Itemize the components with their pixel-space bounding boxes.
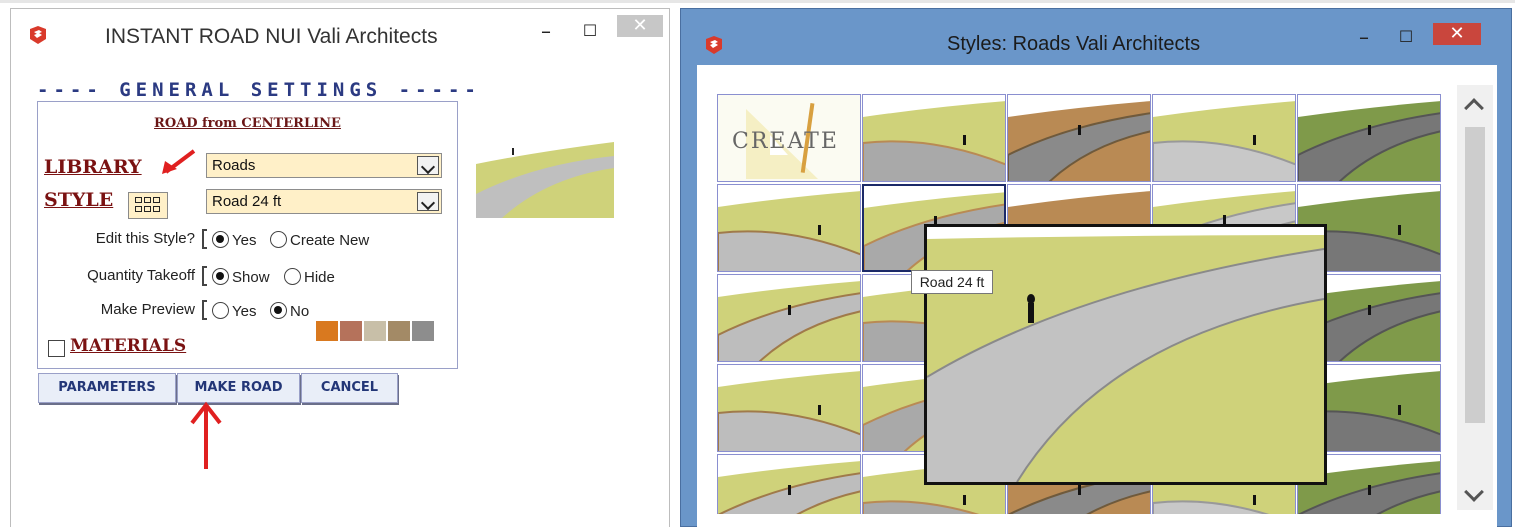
style-hover-preview [924, 224, 1327, 485]
cancel-button[interactable]: CANCEL [301, 373, 398, 403]
style-thumbnail[interactable] [717, 274, 861, 362]
style-select[interactable]: Road 24 ft [206, 189, 442, 214]
style-preview-thumbnail [476, 134, 614, 218]
create-style-tile[interactable]: CREATE [717, 94, 861, 182]
style-label[interactable]: STYLE [44, 189, 113, 211]
style-thumbnail[interactable] [717, 364, 861, 452]
road-thumbnail-graphic [718, 185, 860, 271]
material-swatch-2[interactable] [340, 321, 362, 341]
red-arrow-annotation [162, 149, 196, 174]
make-road-button[interactable]: MAKE ROAD [177, 373, 300, 403]
road-thumbnail-graphic [718, 365, 860, 451]
qty-show-radio[interactable] [212, 268, 229, 285]
sketchup-icon [706, 36, 722, 54]
road-thumbnail-graphic [1298, 95, 1440, 181]
style-thumbnail[interactable] [1152, 94, 1296, 182]
edit-create-new-label: Create New [290, 232, 370, 249]
qty-hide-label: Hide [304, 269, 335, 286]
make-preview-label: Make Preview [100, 301, 195, 318]
style-thumbnail[interactable] [717, 454, 861, 514]
close-button[interactable]: ✕ [617, 15, 663, 37]
material-swatch-1[interactable] [316, 321, 338, 341]
edit-yes-radio[interactable] [212, 231, 229, 248]
create-label: CREATE [732, 129, 839, 154]
road-thumbnail-graphic [1008, 95, 1150, 181]
edit-yes-label: Yes [232, 232, 257, 249]
style-gallery-grid-icon[interactable] [128, 192, 168, 219]
minimize-button[interactable]: – [1351, 27, 1377, 47]
window-title: INSTANT ROAD NUI Vali Architects [105, 25, 438, 48]
chevron-down-icon[interactable] [417, 156, 439, 175]
quantity-takeoff-label: Quantity Takeoff [87, 267, 195, 284]
material-swatch-4[interactable] [388, 321, 410, 341]
parameters-button[interactable]: PARAMETERS [38, 373, 176, 403]
style-select-value: Road 24 ft [212, 193, 282, 210]
instant-road-window: INSTANT ROAD NUI Vali Architects – ☐ ✕ -… [10, 8, 670, 527]
red-up-arrow-annotation [190, 401, 222, 469]
close-button[interactable]: ✕ [1433, 23, 1481, 45]
preview-yes-label: Yes [232, 303, 257, 320]
material-swatch-5[interactable] [412, 321, 434, 341]
title-bar[interactable]: INSTANT ROAD NUI Vali Architects – ☐ ✕ [11, 9, 669, 63]
library-select-value: Roads [212, 157, 256, 174]
road-from-centerline-link[interactable]: ROAD from CENTERLINE [38, 116, 457, 131]
style-tooltip: Road 24 ft [911, 270, 993, 294]
window-title: Styles: Roads Vali Architects [947, 33, 1201, 55]
maximize-button[interactable]: ☐ [577, 21, 603, 41]
scroll-up-icon[interactable] [1464, 98, 1484, 118]
material-swatch-3[interactable] [364, 321, 386, 341]
road-thumbnail-graphic [1153, 95, 1295, 181]
bracket-divider [202, 229, 207, 249]
library-select[interactable]: Roads [206, 153, 442, 178]
qty-hide-radio[interactable] [284, 268, 301, 285]
bracket-divider [202, 266, 207, 286]
minimize-button[interactable]: – [533, 21, 559, 41]
road-thumbnail-graphic [718, 275, 860, 361]
preview-yes-radio[interactable] [212, 302, 229, 319]
chevron-down-icon[interactable] [417, 192, 439, 211]
style-thumbnail[interactable] [717, 184, 861, 272]
edit-style-label: Edit this Style? [95, 230, 195, 247]
road-preview-image [927, 227, 1324, 482]
maximize-button[interactable]: ☐ [1393, 27, 1419, 47]
style-thumbnail[interactable] [862, 94, 1006, 182]
style-thumbnail[interactable] [1007, 94, 1151, 182]
scrollbar-thumb[interactable] [1465, 127, 1485, 423]
library-label[interactable]: LIBRARY [44, 156, 142, 178]
materials-checkbox[interactable] [48, 340, 65, 357]
edit-create-new-radio[interactable] [270, 231, 287, 248]
top-edge [0, 0, 1515, 3]
sketchup-icon [30, 26, 46, 44]
materials-label[interactable]: MATERIALS [70, 336, 186, 356]
general-settings-heading: ---- GENERAL SETTINGS ----- [37, 79, 481, 101]
qty-show-label: Show [232, 269, 270, 286]
scroll-down-icon[interactable] [1464, 482, 1484, 502]
road-thumbnail-graphic [863, 95, 1005, 181]
preview-no-label: No [290, 303, 310, 320]
bracket-divider [202, 300, 207, 320]
style-thumbnail[interactable] [1297, 94, 1441, 182]
preview-no-radio[interactable] [270, 302, 287, 319]
vertical-scrollbar[interactable] [1457, 85, 1493, 510]
road-thumbnail-graphic [718, 455, 860, 514]
